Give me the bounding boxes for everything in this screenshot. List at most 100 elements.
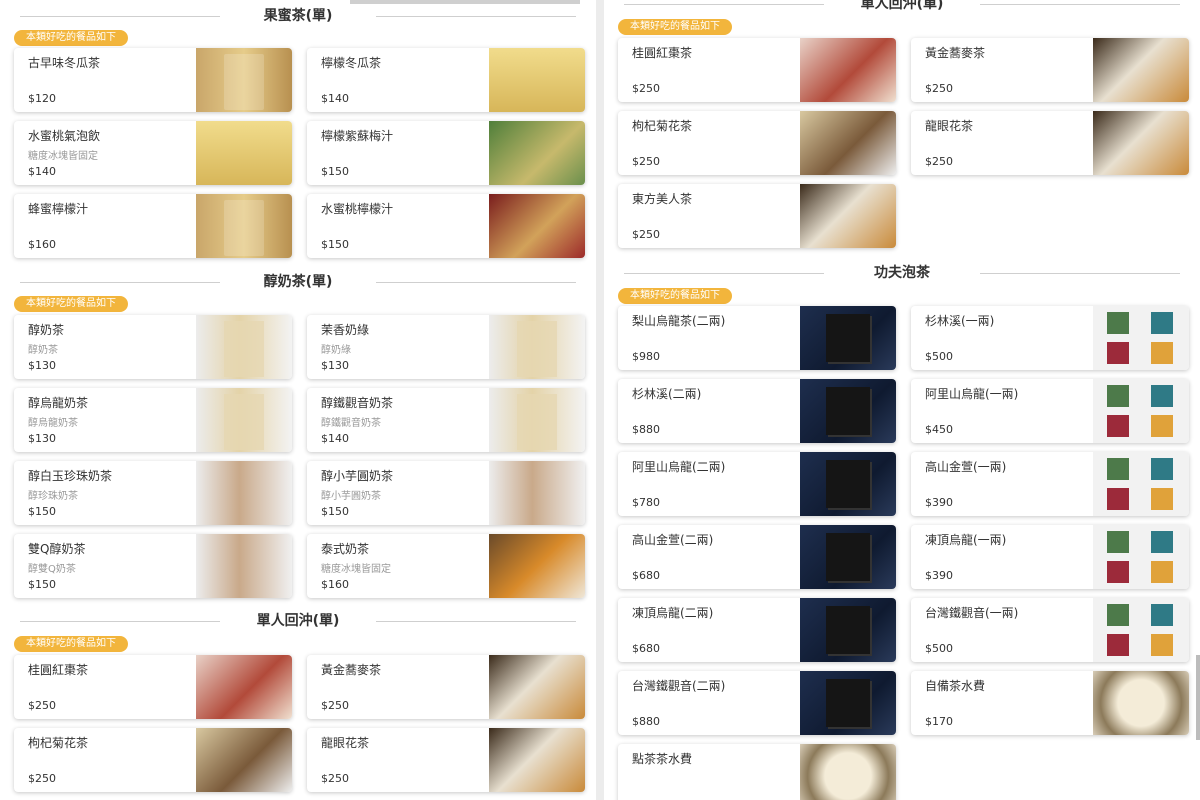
item-name: 龍眼花茶 bbox=[321, 736, 370, 750]
menu-item-card[interactable]: 自備茶水費 $170 bbox=[911, 671, 1189, 735]
item-price: $140 bbox=[321, 92, 349, 105]
item-price: $250 bbox=[632, 82, 660, 95]
item-price: $780 bbox=[632, 496, 660, 509]
item-photo bbox=[800, 111, 896, 175]
item-price: $500 bbox=[925, 642, 953, 655]
menu-item-card[interactable]: 龍眼花茶 $250 bbox=[307, 728, 585, 792]
item-description: 醇鐵觀音奶茶 bbox=[321, 418, 381, 429]
menu-item-card[interactable]: 枸杞菊花茶 $250 bbox=[618, 111, 896, 175]
section-title: 果蜜茶(單) bbox=[0, 6, 596, 26]
item-name: 梨山烏龍茶(二兩) bbox=[632, 314, 726, 328]
menu-item-card[interactable]: 梨山烏龍茶(二兩) $980 bbox=[618, 306, 896, 370]
menu-item-card[interactable]: 阿里山烏龍(一兩) $450 bbox=[911, 379, 1189, 443]
item-name: 桂圓紅棗茶 bbox=[632, 46, 693, 60]
recommend-badge: 本類好吃的餐品如下 bbox=[14, 296, 128, 312]
recommend-badge: 本類好吃的餐品如下 bbox=[618, 19, 732, 35]
item-photo bbox=[1093, 598, 1189, 662]
item-name: 龍眼花茶 bbox=[925, 119, 974, 133]
recommend-badge: 本類好吃的餐品如下 bbox=[14, 636, 128, 652]
item-description: 醇奶茶 bbox=[28, 345, 58, 356]
item-photo bbox=[1093, 38, 1189, 102]
menu-item-card[interactable]: 東方美人茶 $250 bbox=[618, 184, 896, 248]
menu-item-card[interactable]: 雙Q醇奶茶 醇雙Q奶茶 $150 bbox=[14, 534, 292, 598]
menu-item-card[interactable]: 茉香奶綠 醇奶綠 $130 bbox=[307, 315, 585, 379]
item-name: 台灣鐵觀音(二兩) bbox=[632, 679, 726, 693]
item-name: 雙Q醇奶茶 bbox=[28, 542, 86, 556]
item-description: 糖度冰塊皆固定 bbox=[321, 564, 391, 575]
menu-item-card[interactable]: 水蜜桃氣泡飲 糖度冰塊皆固定 $140 bbox=[14, 121, 292, 185]
item-name: 醇白玉珍珠奶茶 bbox=[28, 469, 113, 483]
section-title: 功夫泡茶 bbox=[604, 263, 1200, 283]
menu-item-card[interactable]: 高山金萱(二兩) $680 bbox=[618, 525, 896, 589]
item-price: $120 bbox=[28, 92, 56, 105]
menu-item-card[interactable]: 醇奶茶 醇奶茶 $130 bbox=[14, 315, 292, 379]
item-price: $160 bbox=[28, 238, 56, 251]
menu-item-card[interactable]: 凍頂烏龍(一兩) $390 bbox=[911, 525, 1189, 589]
menu-item-card[interactable]: 台灣鐵觀音(二兩) $880 bbox=[618, 671, 896, 735]
item-name: 自備茶水費 bbox=[925, 679, 986, 693]
menu-item-card[interactable]: 泰式奶茶 糖度冰塊皆固定 $160 bbox=[307, 534, 585, 598]
menu-item-card[interactable]: 龍眼花茶 $250 bbox=[911, 111, 1189, 175]
menu-item-card[interactable]: 醇鐵觀音奶茶 醇鐵觀音奶茶 $140 bbox=[307, 388, 585, 452]
menu-item-card[interactable]: 蜂蜜檸檬汁 $160 bbox=[14, 194, 292, 258]
item-price: $880 bbox=[632, 715, 660, 728]
item-price: $140 bbox=[321, 432, 349, 445]
item-name: 醇奶茶 bbox=[28, 323, 65, 337]
item-photo bbox=[800, 306, 896, 370]
item-photo bbox=[800, 744, 896, 800]
menu-item-card[interactable]: 枸杞菊花茶 $250 bbox=[14, 728, 292, 792]
item-description: 醇小芋圓奶茶 bbox=[321, 491, 381, 502]
item-price: $150 bbox=[321, 238, 349, 251]
item-name: 阿里山烏龍(二兩) bbox=[632, 460, 726, 474]
item-name: 醇烏龍奶茶 bbox=[28, 396, 89, 410]
item-name: 杉林溪(二兩) bbox=[632, 387, 702, 401]
item-name: 檸檬冬瓜茶 bbox=[321, 56, 382, 70]
item-photo bbox=[489, 315, 585, 379]
item-photo bbox=[800, 379, 896, 443]
item-name: 高山金萱(一兩) bbox=[925, 460, 1007, 474]
item-price: $250 bbox=[321, 699, 349, 712]
menu-item-card[interactable]: 黃金蕎麥茶 $250 bbox=[307, 655, 585, 719]
menu-item-card[interactable]: 醇烏龍奶茶 醇烏龍奶茶 $130 bbox=[14, 388, 292, 452]
menu-item-card[interactable]: 古早味冬瓜茶 $120 bbox=[14, 48, 292, 112]
item-photo bbox=[196, 388, 292, 452]
menu-item-card[interactable]: 高山金萱(一兩) $390 bbox=[911, 452, 1189, 516]
scrollbar-thumb[interactable] bbox=[1196, 655, 1200, 740]
item-photo bbox=[196, 121, 292, 185]
item-photo bbox=[196, 194, 292, 258]
item-photo bbox=[489, 534, 585, 598]
item-price: $130 bbox=[28, 432, 56, 445]
item-name: 水蜜桃氣泡飲 bbox=[28, 129, 101, 143]
item-photo bbox=[800, 525, 896, 589]
item-name: 高山金萱(二兩) bbox=[632, 533, 714, 547]
menu-item-card[interactable]: 水蜜桃檸檬汁 $150 bbox=[307, 194, 585, 258]
item-photo bbox=[1093, 671, 1189, 735]
menu-item-card[interactable]: 黃金蕎麥茶 $250 bbox=[911, 38, 1189, 102]
menu-item-card[interactable]: 杉林溪(二兩) $880 bbox=[618, 379, 896, 443]
menu-item-card[interactable]: 醇白玉珍珠奶茶 醇珍珠奶茶 $150 bbox=[14, 461, 292, 525]
item-price: $150 bbox=[321, 165, 349, 178]
item-price: $680 bbox=[632, 642, 660, 655]
menu-item-card[interactable]: 凍頂烏龍(二兩) $680 bbox=[618, 598, 896, 662]
menu-item-card[interactable]: 檸檬冬瓜茶 $140 bbox=[307, 48, 585, 112]
menu-item-card[interactable]: 桂圓紅棗茶 $250 bbox=[618, 38, 896, 102]
item-name: 凍頂烏龍(二兩) bbox=[632, 606, 714, 620]
item-photo bbox=[800, 598, 896, 662]
item-photo bbox=[489, 48, 585, 112]
menu-item-card[interactable]: 點茶茶水費 bbox=[618, 744, 896, 800]
item-price: $980 bbox=[632, 350, 660, 363]
menu-item-card[interactable]: 杉林溪(一兩) $500 bbox=[911, 306, 1189, 370]
item-price: $250 bbox=[632, 228, 660, 241]
menu-item-card[interactable]: 阿里山烏龍(二兩) $780 bbox=[618, 452, 896, 516]
item-photo bbox=[1093, 306, 1189, 370]
menu-item-card[interactable]: 檸檬紫蘇梅汁 $150 bbox=[307, 121, 585, 185]
item-description: 醇雙Q奶茶 bbox=[28, 564, 76, 575]
item-name: 凍頂烏龍(一兩) bbox=[925, 533, 1007, 547]
menu-item-card[interactable]: 台灣鐵觀音(一兩) $500 bbox=[911, 598, 1189, 662]
item-price: $170 bbox=[925, 715, 953, 728]
menu-item-card[interactable]: 桂圓紅棗茶 $250 bbox=[14, 655, 292, 719]
item-name: 台灣鐵觀音(一兩) bbox=[925, 606, 1019, 620]
menu-item-card[interactable]: 醇小芋圓奶茶 醇小芋圓奶茶 $150 bbox=[307, 461, 585, 525]
section-title: 單人回沖(單) bbox=[604, 0, 1200, 14]
item-name: 蜂蜜檸檬汁 bbox=[28, 202, 89, 216]
